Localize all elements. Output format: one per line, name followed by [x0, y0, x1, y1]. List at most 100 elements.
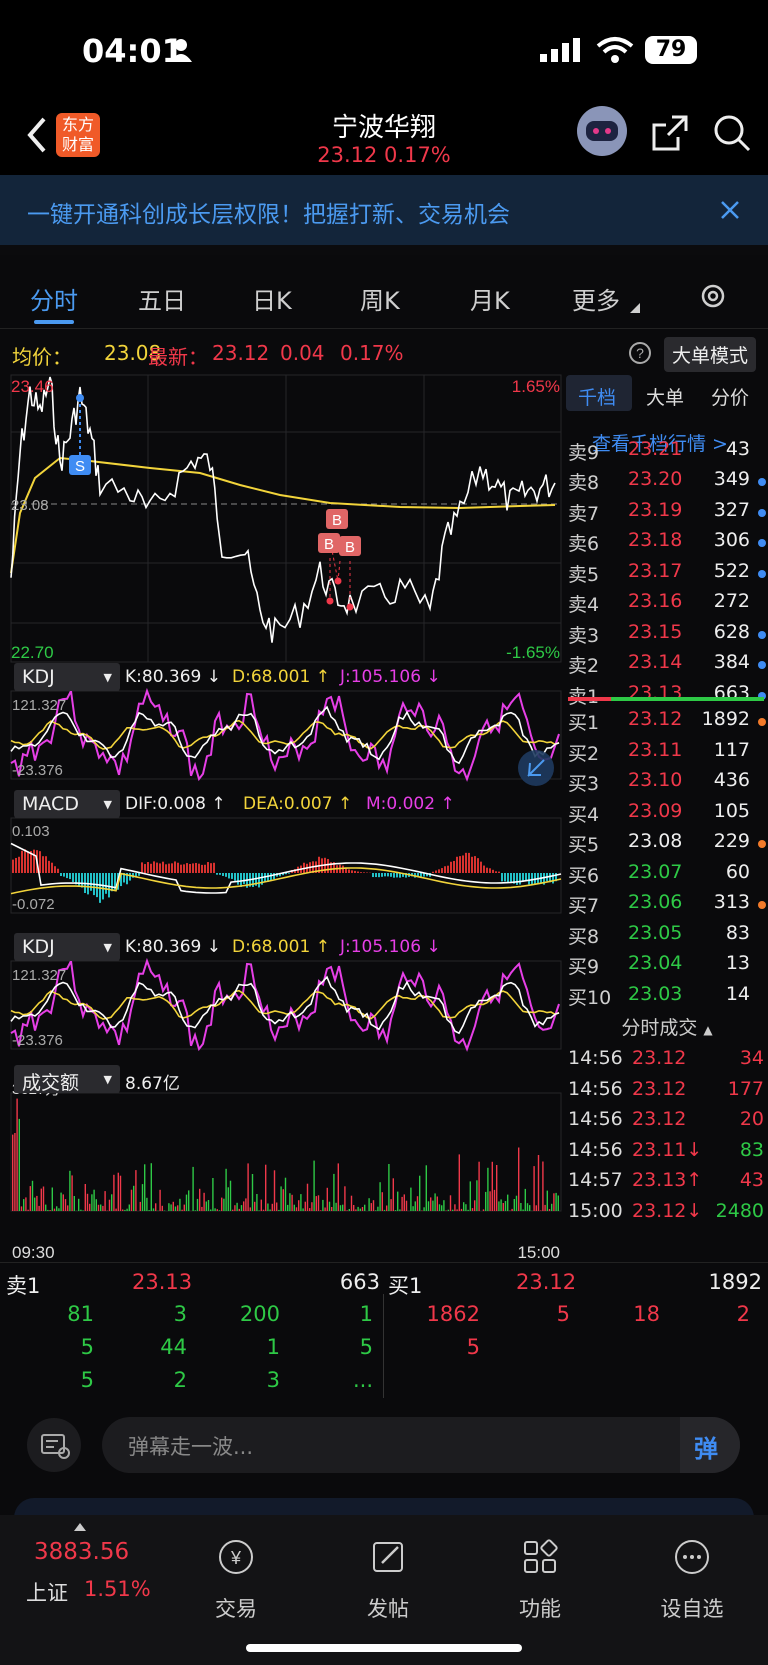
- tab-monthly-k[interactable]: 月K: [470, 281, 510, 316]
- macd-bar: [48, 860, 50, 873]
- robot-assistant-icon[interactable]: [576, 105, 628, 157]
- trades-title[interactable]: 分时成交 ▲: [566, 1013, 768, 1043]
- share-icon[interactable]: [650, 113, 690, 153]
- chart-area[interactable]: S B B B 23.46 23.08 22.70 1.65% -1.65% 1…: [0, 373, 562, 1263]
- bid-row[interactable]: 买4 23.09 105: [566, 798, 768, 828]
- kdj1-j: J:105.106 ↓: [340, 667, 441, 687]
- volume-selector[interactable]: 成交额 ▼: [14, 1065, 120, 1094]
- macd-bar: [483, 865, 485, 873]
- ask-row[interactable]: 卖6 23.18 306: [566, 527, 768, 557]
- volume-bar: [130, 1189, 133, 1211]
- macd-selector[interactable]: MACD ▼: [14, 790, 120, 818]
- bid-row[interactable]: 买5 23.08 229: [566, 828, 768, 858]
- kdj2-k-line: [10, 975, 560, 1035]
- danmu-settings-icon[interactable]: [26, 1417, 82, 1473]
- volume-bar: [25, 1197, 27, 1211]
- volume-bar: [300, 1194, 302, 1211]
- ask-row[interactable]: 卖123.13663: [566, 680, 768, 710]
- bid-level: 买3: [568, 773, 600, 795]
- gear-icon[interactable]: [698, 281, 728, 311]
- ask-volume: 327: [713, 498, 750, 521]
- macd-bar: [228, 873, 230, 879]
- volume-bar: [463, 1202, 465, 1211]
- macd-bar: [459, 856, 461, 873]
- trade-button[interactable]: ¥ 交易: [176, 1537, 296, 1621]
- volume-bar: [262, 1209, 265, 1211]
- side-tab-qiandang[interactable]: 千档: [578, 383, 616, 410]
- order-dot-icon: [758, 478, 766, 486]
- volume-bar: [135, 1170, 137, 1211]
- danmu-send-button[interactable]: 弹: [680, 1417, 740, 1473]
- side-tab-dadan[interactable]: 大单: [646, 383, 684, 410]
- volume-bar: [399, 1209, 401, 1211]
- macd-bar: [432, 871, 434, 873]
- y-mid-label: 23.08: [11, 497, 49, 514]
- macd-bar: [435, 870, 437, 873]
- back-icon[interactable]: [26, 117, 46, 153]
- bid-row[interactable]: 买6 23.07 60: [566, 859, 768, 889]
- news-ticker[interactable]: [0, 245, 768, 255]
- ask-row[interactable]: 卖5 23.17 522: [566, 558, 768, 588]
- price-info-bar: 均价： 23.08 最新： 23.12 0.04 0.17% ? 大单模式: [0, 333, 768, 373]
- index-value[interactable]: 3883.56: [34, 1539, 129, 1565]
- ask-row[interactable]: 卖7 23.19 327: [566, 497, 768, 527]
- tab-daily-k[interactable]: 日K: [252, 281, 292, 316]
- ask-row[interactable]: 卖2 23.14 384: [566, 649, 768, 679]
- tab-more[interactable]: 更多: [572, 281, 620, 316]
- queue-sell-total: 663: [339, 1270, 380, 1294]
- kdj1-selector[interactable]: KDJ ▼: [14, 663, 120, 691]
- tab-five-day[interactable]: 五日: [138, 281, 186, 316]
- tab-weekly-k[interactable]: 周K: [360, 281, 400, 316]
- bid-row[interactable]: 买8 23.05 83: [566, 920, 768, 950]
- volume-bar: [265, 1164, 267, 1211]
- bid-level: 买8: [568, 925, 600, 948]
- volume-bar: [201, 1206, 203, 1211]
- volume-bar: [421, 1210, 423, 1211]
- close-icon[interactable]: [721, 201, 739, 219]
- ask-row[interactable]: 卖9 23.21 43: [566, 436, 768, 466]
- home-indicator[interactable]: [246, 1644, 522, 1652]
- volume-bar: [357, 1206, 359, 1211]
- volume-bar: [557, 1195, 559, 1211]
- volume-bar: [225, 1168, 227, 1211]
- side-tab-fenjia[interactable]: 分价: [711, 383, 749, 410]
- volume-bar: [339, 1205, 342, 1211]
- big-order-mode-button[interactable]: 大单模式: [664, 337, 757, 372]
- bid-row[interactable]: 买9 23.04 13: [566, 950, 768, 980]
- ask-row[interactable]: 卖4 23.16 272: [566, 588, 768, 618]
- ask-row[interactable]: 卖8 23.20 349: [566, 466, 768, 496]
- functions-button[interactable]: 功能: [480, 1537, 600, 1621]
- danmu-input[interactable]: 弹幕走一波... 弹: [102, 1417, 740, 1473]
- macd-bar: [396, 873, 398, 878]
- intraday-chart-svg[interactable]: S B B B 23.46 23.08 22.70 1.65% -1.65% 1…: [0, 373, 562, 1263]
- bid-row[interactable]: 买2 23.11 117: [566, 737, 768, 767]
- bid-ask-ratio-bar: [568, 697, 764, 701]
- volume-bar: [108, 1199, 111, 1211]
- bid-row[interactable]: 买7 23.06 313: [566, 889, 768, 919]
- bid-row[interactable]: 买1 23.12 1892: [566, 706, 768, 736]
- volume-bar: [161, 1205, 163, 1211]
- ask-level: 卖6: [568, 533, 600, 555]
- tab-intraday[interactable]: 分时: [30, 281, 78, 316]
- caret-up-icon: ▲: [703, 1023, 713, 1037]
- bid-volume: 105: [713, 799, 750, 822]
- ask-row[interactable]: 卖3 23.15 628: [566, 619, 768, 649]
- tab-underline: [34, 320, 74, 324]
- bid-row[interactable]: 买10 23.03 14: [566, 981, 768, 1011]
- index-name[interactable]: 上证: [26, 1577, 68, 1607]
- kdj2-d: D:68.001 ↑: [232, 937, 330, 957]
- kdj1-d: D:68.001 ↑: [232, 667, 330, 687]
- search-icon[interactable]: [712, 113, 752, 153]
- kdj2-selector[interactable]: KDJ ▼: [14, 933, 120, 961]
- volume-bar: [12, 1134, 14, 1211]
- bid-row[interactable]: 买3 23.10 436: [566, 767, 768, 797]
- trade-time: 14:56: [568, 1047, 623, 1069]
- volume-bar: [370, 1203, 372, 1211]
- post-button[interactable]: 发帖: [328, 1537, 448, 1621]
- queue-sell-price: 23.13: [132, 1270, 193, 1294]
- index-pct[interactable]: 1.51%: [84, 1577, 151, 1601]
- volume-bar: [465, 1204, 467, 1211]
- promo-banner[interactable]: 一键开通科创成长层权限！把握打新、交易机会: [0, 175, 768, 245]
- help-icon[interactable]: ?: [628, 341, 652, 365]
- add-watchlist-button[interactable]: 设自选: [632, 1537, 752, 1621]
